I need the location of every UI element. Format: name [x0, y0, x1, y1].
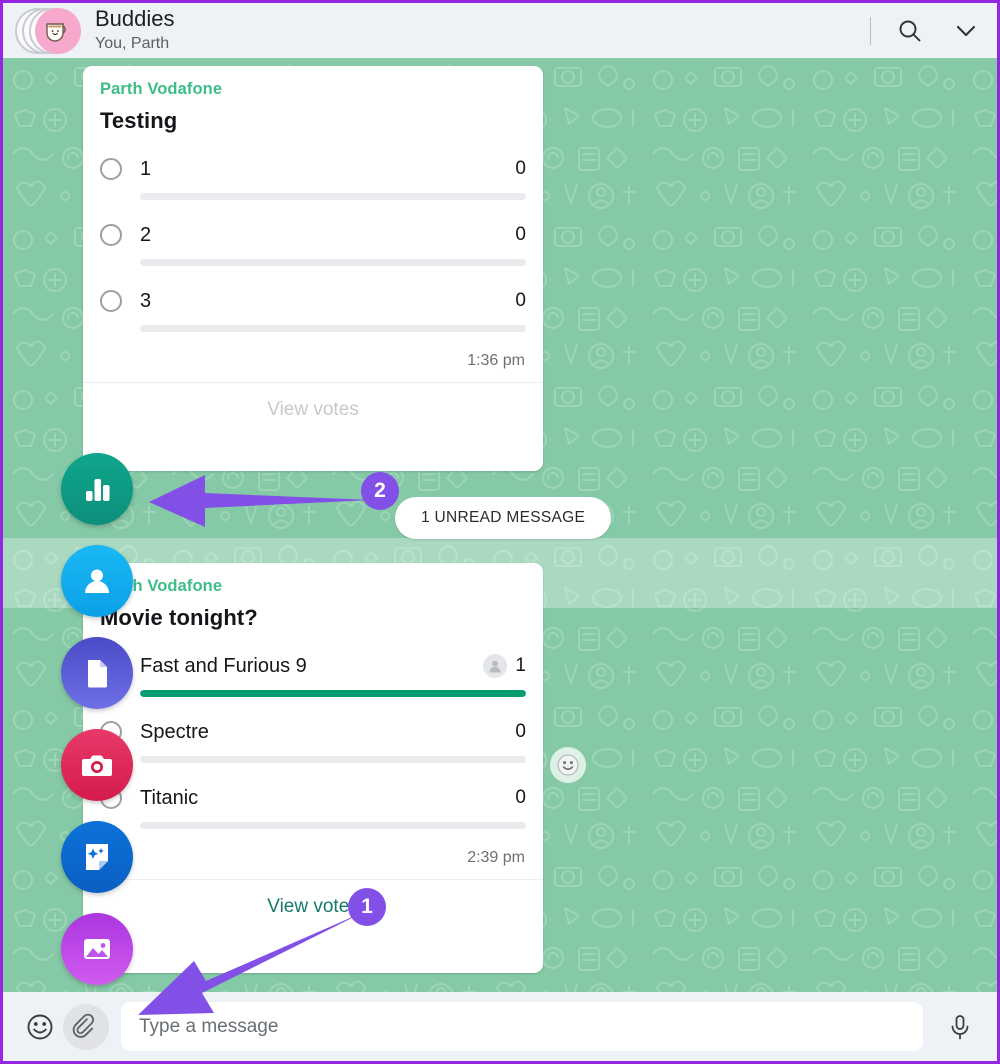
contact-attachment-button[interactable] [61, 545, 133, 617]
poll-option-label: Spectre [140, 720, 209, 743]
poll-option-label: Titanic [140, 786, 199, 809]
poll-bar-chart-icon [86, 479, 110, 501]
poll-option-bar [140, 822, 526, 829]
poll-option-label: 2 [140, 223, 152, 246]
poll-option-count: 0 [515, 224, 526, 245]
contact-person-icon [85, 569, 109, 593]
poll-attachment-button[interactable] [61, 453, 133, 525]
group-avatar-coffee-cup[interactable] [35, 7, 81, 54]
poll-option[interactable]: 2 0 [100, 222, 526, 266]
view-votes-button[interactable]: View votes [100, 383, 526, 437]
message-timestamp: 1:36 pm [467, 352, 525, 369]
poll-author: Parth Vodafone [100, 577, 223, 595]
poll-author: Parth Vodafone [100, 80, 223, 98]
header-text: Buddies You, Parth [95, 6, 175, 55]
page-title: Buddies [95, 6, 175, 31]
poll-option-bar [140, 259, 526, 266]
document-attachment-button[interactable] [61, 637, 133, 709]
poll-option[interactable]: Titanic 0 [100, 785, 526, 829]
poll-option-bar [140, 193, 526, 200]
poll-option-bar [140, 690, 526, 697]
header-divider [870, 16, 871, 45]
emoji-smiley-icon[interactable] [17, 1004, 63, 1050]
poll-question: Movie tonight? [100, 605, 258, 630]
paperclip-attach-button[interactable] [63, 1003, 109, 1050]
poll-option-label: Fast and Furious 9 [140, 654, 307, 677]
poll-question: Testing [100, 108, 178, 133]
microphone-icon[interactable] [937, 1004, 983, 1050]
annotation-badge-1: 1 [348, 888, 386, 926]
poll-option-radio[interactable] [100, 290, 122, 312]
poll-option-radio[interactable] [100, 158, 122, 180]
gallery-attachment-button[interactable] [61, 913, 133, 985]
avatar[interactable] [13, 5, 87, 57]
poll-option-count: 0 [515, 158, 526, 179]
photo-gallery-icon [84, 939, 110, 959]
poll-option[interactable]: Spectre 0 [100, 719, 526, 763]
sticker-icon [86, 844, 108, 870]
search-icon[interactable] [893, 14, 927, 48]
poll-option-label: 1 [140, 157, 152, 180]
poll-option-count: 0 [515, 290, 526, 311]
sticker-attachment-button[interactable] [61, 821, 133, 893]
chevron-down-icon[interactable] [949, 14, 983, 48]
poll-message-card[interactable]: Parth Vodafone Testing 1 0 2 0 3 0 1:36 … [83, 66, 543, 471]
poll-option-bar [140, 325, 526, 332]
chat-header: Buddies You, Parth [3, 3, 997, 58]
header-actions [870, 14, 983, 48]
view-votes-button[interactable]: View votes [100, 880, 526, 934]
poll-option[interactable]: 3 0 [100, 288, 526, 332]
camera-attachment-button[interactable] [61, 729, 133, 801]
unread-message-banner: 1 UNREAD MESSAGE [395, 497, 612, 539]
message-input[interactable] [121, 1002, 923, 1051]
poll-message-card[interactable]: Parth Vodafone Movie tonight? Fast and F… [83, 563, 543, 973]
message-timestamp: 2:39 pm [467, 849, 525, 866]
poll-option[interactable]: 1 0 [100, 156, 526, 200]
poll-option-bar-fill [140, 690, 526, 697]
coffee-cup-icon [46, 22, 66, 42]
voter-avatar-icon [483, 654, 508, 678]
whatsapp-window: Buddies You, Parth 1 UNREAD MESSAGE Part… [0, 0, 1000, 1064]
camera-icon [82, 755, 112, 776]
message-composer-bar [3, 992, 997, 1061]
smiley-reaction-icon[interactable] [550, 747, 586, 783]
paperclip-icon [72, 1013, 94, 1038]
document-file-icon [88, 659, 107, 688]
poll-option-count: 1 [515, 655, 526, 676]
annotation-badge-2: 2 [361, 472, 399, 510]
poll-option-radio[interactable] [100, 224, 122, 246]
poll-option-bar [140, 756, 526, 763]
poll-option-label: 3 [140, 289, 152, 312]
poll-option-count: 0 [515, 787, 526, 808]
poll-option-count: 0 [515, 721, 526, 742]
poll-option[interactable]: Fast and Furious 9 1 [100, 653, 526, 697]
chat-participants: You, Parth [95, 35, 170, 52]
